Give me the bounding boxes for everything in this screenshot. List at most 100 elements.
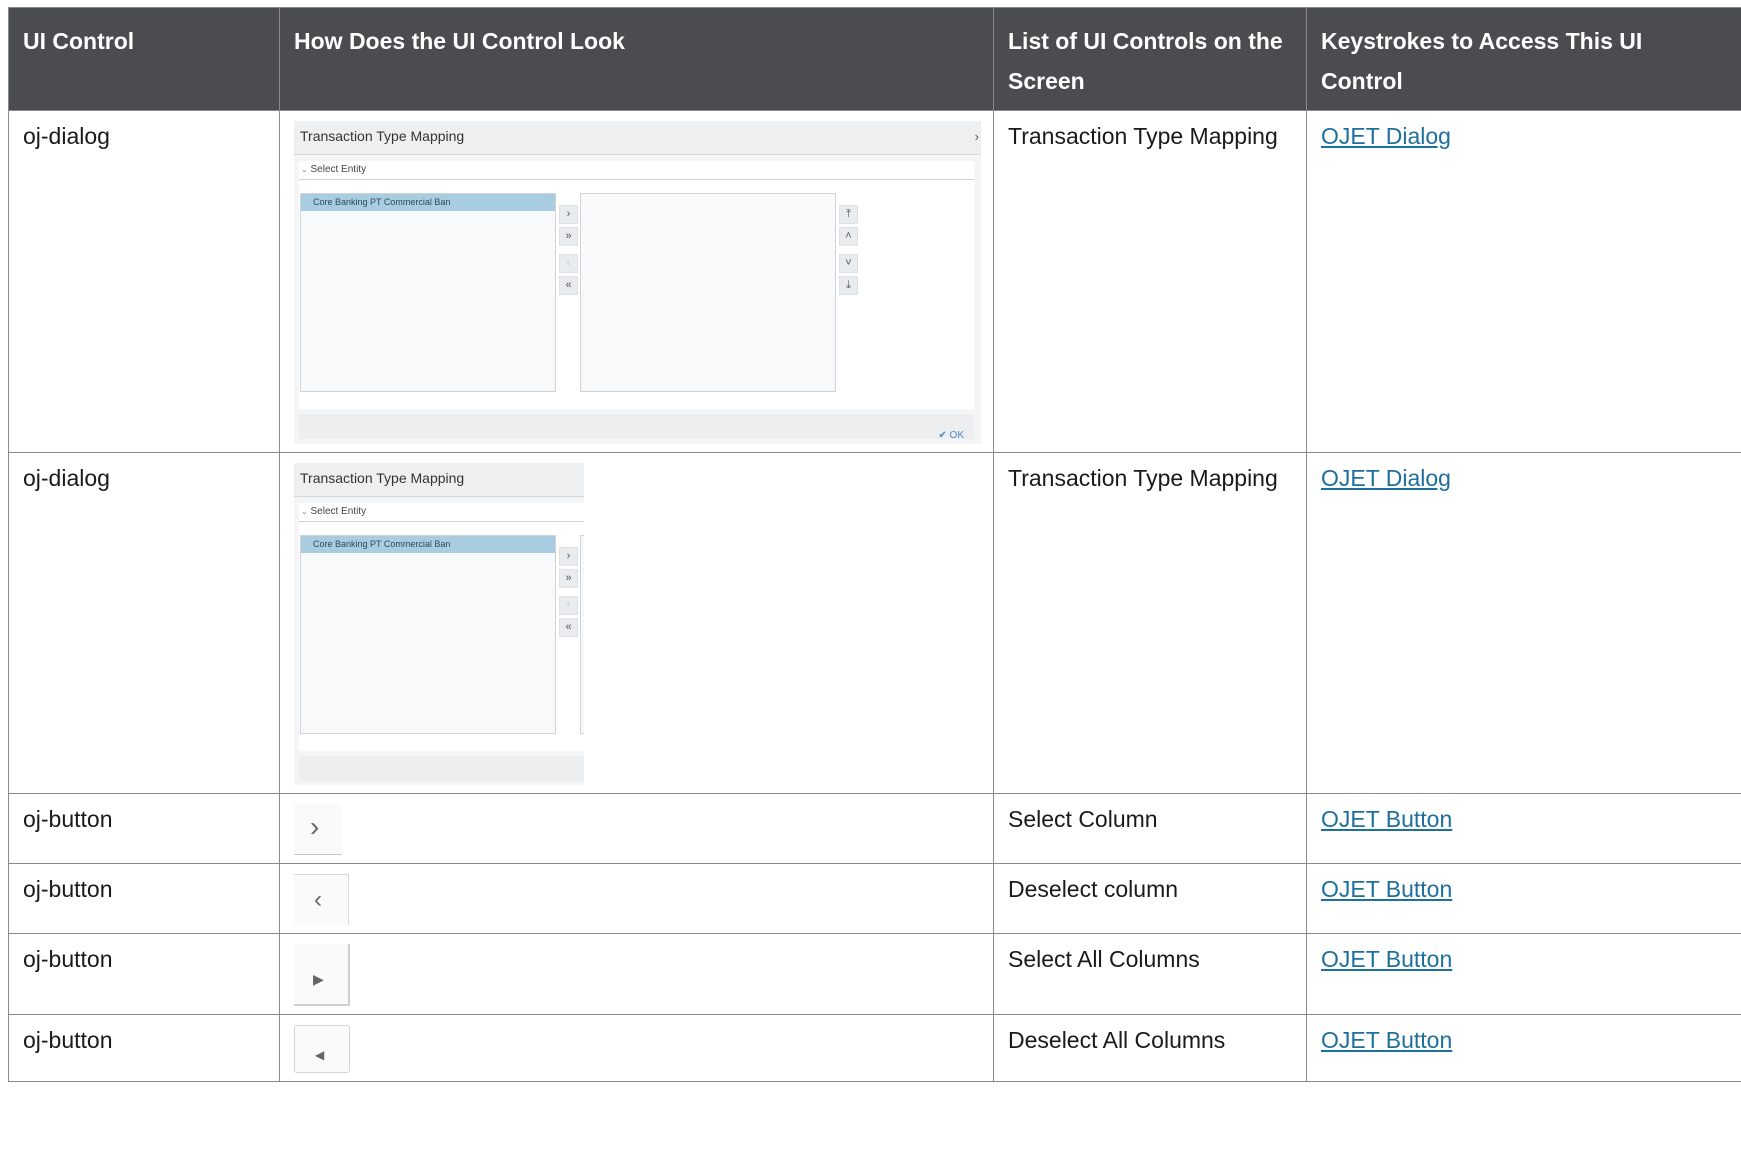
chevron-up-icon: ˄ bbox=[845, 230, 852, 242]
available-values-list[interactable]: Core Banking PT Commercial Ban bbox=[300, 193, 556, 392]
chevron-left-icon: ‹ bbox=[566, 599, 571, 611]
control-name-cell: oj-button bbox=[8, 933, 280, 1015]
ok-button[interactable]: ✔ OK bbox=[938, 421, 964, 451]
table-row: oj-button ▶ Select All Columns OJET Butt… bbox=[8, 933, 1741, 1015]
double-chevron-left-icon: « bbox=[565, 621, 572, 633]
double-chevron-right-icon: » bbox=[565, 572, 572, 584]
table-row: oj-button ‹ Deselect column OJET Button bbox=[8, 863, 1741, 934]
select-entity-section: ⌄ Select Entity bbox=[299, 503, 584, 522]
control-image-cell: Transaction Type Mapping ⌄ Select Entity… bbox=[279, 452, 994, 794]
deselect-column-button-shot: ‹ bbox=[294, 874, 349, 925]
header-how-look: How Does the UI Control Look bbox=[279, 7, 994, 111]
select-entity-section: ⌄ Select Entity bbox=[299, 161, 974, 180]
control-name-cell: oj-dialog bbox=[8, 452, 280, 794]
selected-values-list[interactable] bbox=[580, 535, 584, 734]
list-item[interactable]: Core Banking PT Commercial Ban bbox=[301, 194, 555, 211]
remove-all-button[interactable]: « bbox=[559, 276, 578, 295]
control-list-cell: Transaction Type Mapping bbox=[993, 452, 1307, 794]
control-list-cell: Deselect column bbox=[993, 863, 1307, 934]
ojet-button-link[interactable]: OJET Button bbox=[1321, 1027, 1452, 1053]
control-image-cell: Transaction Type Mapping › ⌄ Select Enti… bbox=[279, 110, 994, 453]
deselect-all-columns-button-shot: ◀ bbox=[294, 1025, 350, 1073]
chevron-down-icon: ⌄ bbox=[301, 507, 308, 516]
keystroke-cell: OJET Button bbox=[1306, 793, 1741, 864]
ojet-button-link[interactable]: OJET Button bbox=[1321, 876, 1452, 902]
chevron-left-icon: ‹ bbox=[314, 886, 322, 913]
ojet-button-link[interactable]: OJET Button bbox=[1321, 946, 1452, 972]
control-image-cell: ▶ bbox=[279, 933, 994, 1015]
control-list-cell: Select All Columns bbox=[993, 933, 1307, 1015]
dialog-title-bar: Transaction Type Mapping › bbox=[294, 121, 981, 155]
header-keystrokes: Keystrokes to Access This UI Control bbox=[1306, 7, 1741, 111]
dialog-footer bbox=[299, 756, 584, 781]
control-list-cell: Transaction Type Mapping bbox=[993, 110, 1307, 453]
control-name-cell: oj-button bbox=[8, 793, 280, 864]
keystroke-cell: OJET Button bbox=[1306, 1014, 1741, 1082]
triangle-right-icon: ▶ bbox=[313, 971, 324, 987]
move-all-button[interactable]: » bbox=[559, 227, 578, 246]
chevron-right-icon: › bbox=[566, 208, 571, 220]
control-name-cell: oj-dialog bbox=[8, 110, 280, 453]
move-bottom-button[interactable]: ⤓ bbox=[839, 276, 858, 295]
move-up-button[interactable]: ˄ bbox=[839, 227, 858, 246]
keystroke-cell: OJET Button bbox=[1306, 933, 1741, 1015]
table-header-row: UI Control How Does the UI Control Look … bbox=[8, 7, 1741, 111]
list-item[interactable]: Core Banking PT Commercial Ban bbox=[301, 536, 555, 553]
chevron-right-icon: › bbox=[974, 129, 979, 144]
selected-values-list[interactable] bbox=[580, 193, 836, 392]
header-ui-control: UI Control bbox=[8, 7, 280, 111]
move-all-button[interactable]: » bbox=[559, 569, 578, 588]
move-to-top-icon: ⤒ bbox=[846, 208, 851, 220]
dialog-screenshot: Transaction Type Mapping › ⌄ Select Enti… bbox=[294, 121, 981, 444]
chevron-down-icon: ⌄ bbox=[301, 165, 308, 174]
select-column-button-shot: › bbox=[294, 804, 342, 855]
dialog-title: Transaction Type Mapping bbox=[300, 128, 465, 144]
dialog-body: ⌄ Select Entity Available Values Selecte… bbox=[299, 161, 974, 409]
dialog-title: Transaction Type Mapping bbox=[300, 470, 465, 486]
ui-controls-table: UI Control How Does the UI Control Look … bbox=[8, 7, 1741, 1082]
ojet-dialog-link[interactable]: OJET Dialog bbox=[1321, 123, 1451, 149]
section-label: Select Entity bbox=[310, 164, 367, 175]
triangle-left-icon: ◀ bbox=[315, 1048, 325, 1062]
ojet-button-link[interactable]: OJET Button bbox=[1321, 806, 1452, 832]
select-all-columns-button-shot: ▶ bbox=[294, 944, 350, 1006]
control-image-cell: ‹ bbox=[279, 863, 994, 934]
keystroke-cell: OJET Button bbox=[1306, 863, 1741, 934]
remove-button[interactable]: ‹ bbox=[559, 254, 578, 273]
remove-all-button[interactable]: « bbox=[559, 618, 578, 637]
double-chevron-right-icon: » bbox=[565, 230, 572, 242]
control-list-cell: Deselect All Columns bbox=[993, 1014, 1307, 1082]
chevron-left-icon: ‹ bbox=[566, 257, 571, 269]
check-icon: ✔ bbox=[938, 430, 947, 441]
move-to-bottom-icon: ⤓ bbox=[846, 279, 851, 291]
ojet-dialog-link[interactable]: OJET Dialog bbox=[1321, 465, 1451, 491]
dialog-body: ⌄ Select Entity Available Values S Core … bbox=[299, 503, 584, 751]
table-row: oj-dialog Transaction Type Mapping › ⌄ S… bbox=[8, 110, 1741, 453]
move-down-button[interactable]: ˅ bbox=[839, 254, 858, 273]
table-row: oj-button ◀ Deselect All Columns OJET Bu… bbox=[8, 1014, 1741, 1082]
table-row: oj-button › Select Column OJET Button bbox=[8, 793, 1741, 864]
control-name-cell: oj-button bbox=[8, 863, 280, 934]
keystroke-cell: OJET Dialog bbox=[1306, 452, 1741, 794]
chevron-right-icon: › bbox=[310, 811, 320, 842]
control-list-cell: Select Column bbox=[993, 793, 1307, 864]
move-top-button[interactable]: ⤒ bbox=[839, 205, 858, 224]
move-button[interactable]: › bbox=[559, 547, 578, 566]
remove-button[interactable]: ‹ bbox=[559, 596, 578, 615]
chevron-down-icon: ˅ bbox=[845, 257, 852, 269]
keystroke-cell: OJET Dialog bbox=[1306, 110, 1741, 453]
ok-label: OK bbox=[949, 430, 964, 441]
dialog-footer: ✔ OK bbox=[299, 414, 974, 441]
chevron-right-icon: › bbox=[566, 550, 571, 562]
control-name-cell: oj-button bbox=[8, 1014, 280, 1082]
header-list-controls: List of UI Controls on the Screen bbox=[993, 7, 1307, 111]
table-row: oj-dialog Transaction Type Mapping ⌄ Sel… bbox=[8, 452, 1741, 794]
dialog-screenshot-cropped: Transaction Type Mapping ⌄ Select Entity… bbox=[294, 463, 584, 785]
dialog-title-bar: Transaction Type Mapping bbox=[294, 463, 584, 497]
available-values-list[interactable]: Core Banking PT Commercial Ban bbox=[300, 535, 556, 734]
move-button[interactable]: › bbox=[559, 205, 578, 224]
control-image-cell: › bbox=[279, 793, 994, 864]
double-chevron-left-icon: « bbox=[565, 279, 572, 291]
section-label: Select Entity bbox=[310, 506, 367, 517]
control-image-cell: ◀ bbox=[279, 1014, 994, 1082]
